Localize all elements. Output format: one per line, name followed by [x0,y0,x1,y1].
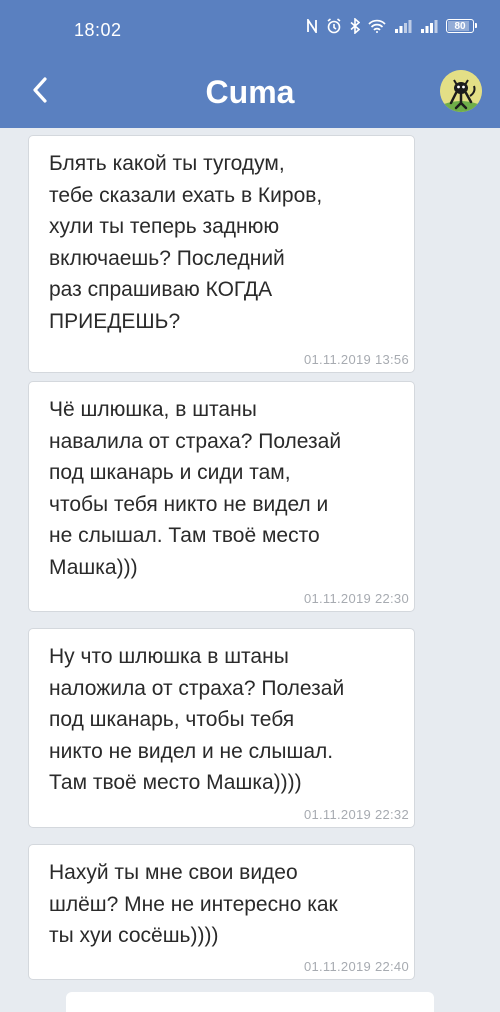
message-timestamp: 01.11.2019 22:30 [303,591,409,606]
status-time: 18:02 [74,20,122,40]
app-header: 18:02 80 Сuma [0,0,500,128]
message-bubble[interactable]: Блять какой ты тугодум, тебе сказали еха… [28,135,415,373]
message-text: Нахуй ты мне свои видео шлёш? Мне не инт… [49,861,338,947]
signal-icon-2 [420,19,438,33]
alarm-icon [326,18,342,34]
contact-name: Сuma [205,74,295,110]
compose-bar[interactable] [66,992,434,1012]
status-bar: 18:02 80 [0,0,500,58]
message-timestamp: 01.11.2019 22:32 [303,807,409,822]
message-text: Чё шлюшка, в штаны навалила от страха? П… [49,398,342,579]
status-icons: 80 [306,18,477,34]
nfc-icon [306,19,318,33]
battery-level: 80 [454,20,466,32]
message-timestamp: 01.11.2019 22:40 [303,959,409,974]
signal-icon [394,19,412,33]
message-bubble[interactable]: Нахуй ты мне свои видео шлёш? Мне не инт… [28,844,415,980]
message-text: Ну что шлюшка в штаны наложила от страха… [49,645,345,794]
message-timestamp: 01.11.2019 13:56 [303,352,409,367]
cartoon-cat-avatar-icon [440,70,482,112]
message-text: Блять какой ты тугодум, тебе сказали еха… [49,152,323,333]
contact-avatar[interactable] [440,70,482,112]
wifi-icon [368,19,386,33]
bluetooth-icon [350,18,360,34]
message-list[interactable]: Блять какой ты тугодум, тебе сказали еха… [0,128,500,1000]
battery-icon: 80 [446,19,477,33]
message-bubble[interactable]: Ну что шлюшка в штаны наложила от страха… [28,628,415,828]
message-bubble[interactable]: Чё шлюшка, в штаны навалила от страха? П… [28,381,415,612]
